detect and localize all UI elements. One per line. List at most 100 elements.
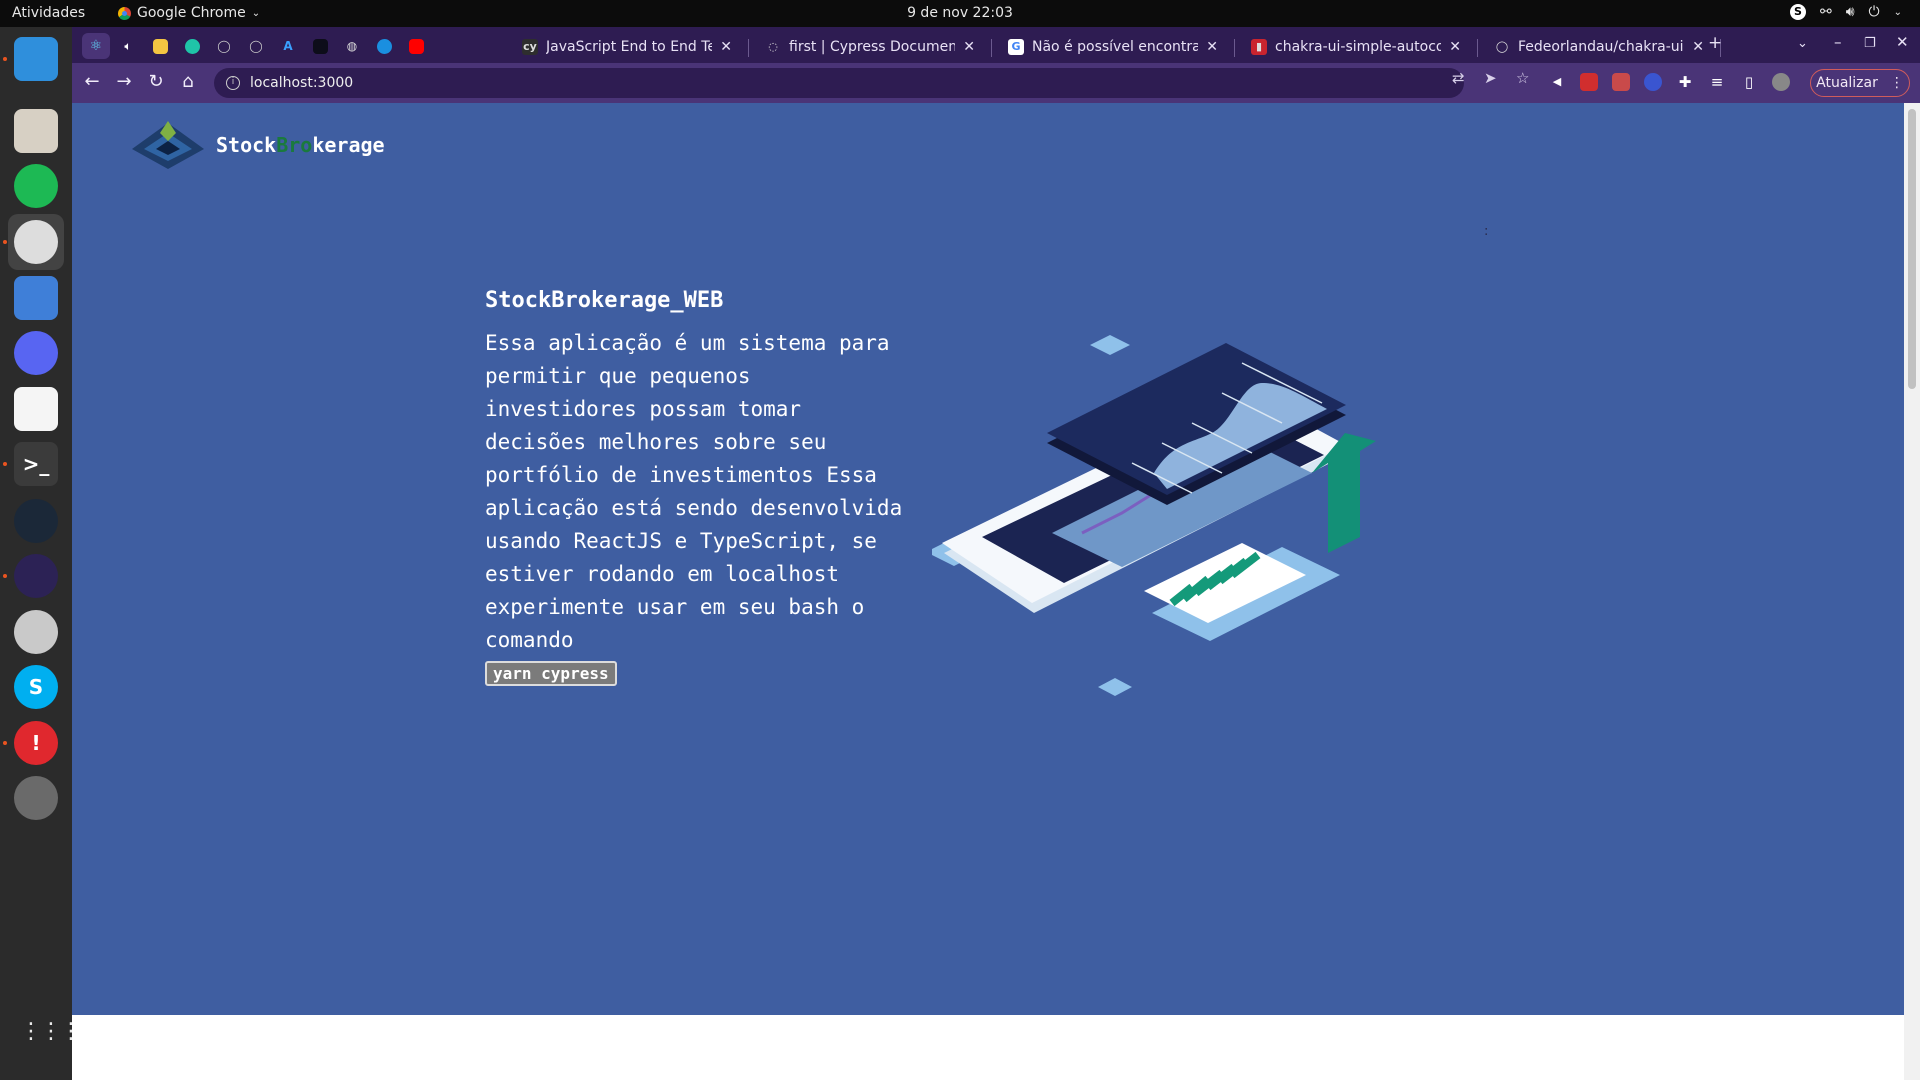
browser-toolbar: ← → ↻ ⌂ i localhost:3000 ⇄ ➤ ☆ ◀ ✚ ≡ ▯ A…: [72, 63, 1920, 103]
app-icon: [184, 38, 200, 54]
scrollbar-thumb[interactable]: [1908, 109, 1916, 389]
pinned-tab-youtube[interactable]: [402, 33, 430, 59]
pinned-tab-1[interactable]: [146, 33, 174, 59]
browser-tab[interactable]: ▮ chakra-ui-simple-autocom ✕: [1241, 31, 1471, 63]
home-button[interactable]: ⌂: [176, 71, 200, 92]
pinned-tab-audio[interactable]: 🔈︎: [114, 33, 142, 59]
tab-separator: [1234, 39, 1235, 57]
tab-close-icon[interactable]: ✕: [1692, 39, 1704, 55]
extension-icon[interactable]: [1580, 73, 1598, 91]
pinned-tab-azure[interactable]: A: [274, 33, 302, 59]
chrome-icon: [118, 6, 131, 20]
browser-tab[interactable]: ◯ Fedeorlandau/chakra-ui- ✕: [1484, 31, 1714, 63]
speaker-icon[interactable]: ◀: [1548, 73, 1566, 91]
minimize-button[interactable]: –: [1834, 33, 1842, 51]
new-tab-button[interactable]: +: [1708, 33, 1722, 53]
translate-icon[interactable]: ⇄: [1452, 69, 1465, 87]
dock-item-terminal[interactable]: >_: [8, 436, 64, 492]
tab-favicon-icon: ◌: [765, 39, 781, 55]
tab-close-icon[interactable]: ✕: [720, 39, 732, 55]
pinned-tab-play[interactable]: [370, 33, 398, 59]
youtube-icon: [408, 38, 424, 54]
pinned-tab-react[interactable]: ⚛: [82, 33, 110, 59]
tab-search-button[interactable]: ⌄: [1797, 36, 1808, 51]
page-scrollbar[interactable]: [1904, 103, 1920, 1080]
dock-item-discord[interactable]: [8, 325, 64, 381]
volume-icon: 🔊︎: [1845, 4, 1855, 20]
app-grid-button[interactable]: ⋮⋮⋮: [20, 1021, 82, 1043]
text-editor-icon: [14, 387, 58, 431]
dock-item-screenshot[interactable]: [8, 270, 64, 326]
info-icon[interactable]: i: [226, 76, 240, 90]
send-icon[interactable]: ➤: [1484, 69, 1497, 87]
browser-tab[interactable]: G Não é possível encontrar ✕: [998, 31, 1228, 63]
browser-tab[interactable]: cy JavaScript End to End Te ✕: [512, 31, 742, 63]
chevron-down-icon: ⌄: [251, 7, 261, 19]
extension-icon[interactable]: [1612, 73, 1630, 91]
running-indicator: [3, 240, 7, 244]
dock-item-software-updater[interactable]: [8, 770, 64, 826]
tab-favicon-icon: ▮: [1251, 39, 1267, 55]
extension-icon[interactable]: [1644, 73, 1662, 91]
reload-button[interactable]: ↻: [144, 71, 168, 92]
restore-button[interactable]: ❐: [1864, 36, 1876, 51]
pinned-tab-github-2[interactable]: ◯: [242, 33, 270, 59]
chrome-icon: [14, 220, 58, 264]
browser-tab[interactable]: ◌ first | Cypress Documenta ✕: [755, 31, 985, 63]
tab-close-icon[interactable]: ✕: [963, 39, 975, 55]
reading-list-icon[interactable]: ≡: [1708, 73, 1726, 91]
avatar[interactable]: [1772, 73, 1790, 91]
pinned-tab-github[interactable]: ◯: [210, 33, 238, 59]
app-menu[interactable]: Google Chrome ⌄: [118, 5, 260, 21]
skype-tray-icon[interactable]: S: [1789, 4, 1806, 20]
dock-item-steam[interactable]: [8, 493, 64, 549]
activities-button[interactable]: Atividades: [12, 5, 85, 21]
dock-item-vscode[interactable]: [8, 31, 64, 87]
pinned-tab-2[interactable]: [178, 33, 206, 59]
app-menu-label: Google Chrome: [137, 5, 246, 21]
clock[interactable]: 9 de nov 22:03: [907, 5, 1013, 21]
files-icon: [14, 109, 58, 153]
page-title: StockBrokerage_WEB: [485, 288, 724, 313]
tab-separator: [1477, 39, 1478, 57]
logo[interactable]: StockBrokerage: [130, 119, 385, 171]
tab-favicon-icon: G: [1008, 39, 1024, 55]
page-viewport: StockBrokerage : StockBrokerage_WEB Essa…: [72, 103, 1904, 1080]
update-button[interactable]: Atualizar ⋮: [1810, 69, 1910, 97]
back-button[interactable]: ←: [80, 71, 104, 92]
network-icon: ⚯: [1819, 4, 1832, 20]
dock-item-spotify[interactable]: [8, 158, 64, 214]
pinned-tab-rocket[interactable]: ◍: [338, 33, 366, 59]
bookmark-star-icon[interactable]: ☆: [1516, 69, 1529, 87]
tab-close-icon[interactable]: ✕: [1449, 39, 1461, 55]
forward-button[interactable]: →: [112, 71, 136, 92]
dock-item-skype[interactable]: S: [8, 659, 64, 715]
dock-item-files[interactable]: [8, 103, 64, 159]
speaker-icon: 🔈︎: [124, 38, 132, 53]
github-icon: ◯: [217, 39, 231, 53]
puzzle-icon[interactable]: ✚: [1676, 73, 1694, 91]
dock-item-eclipse[interactable]: [8, 548, 64, 604]
update-label: Atualizar: [1816, 75, 1878, 91]
side-panel-icon[interactable]: ▯: [1740, 73, 1758, 91]
dock-item-chrome[interactable]: [8, 214, 64, 270]
dock: >_ S! ⋮⋮⋮: [0, 27, 82, 1080]
tab-title: first | Cypress Documenta: [789, 39, 956, 55]
system-tray[interactable]: S ⚯ 🔊︎ ⏻ ⌄: [1789, 4, 1902, 20]
dock-item-search[interactable]: [8, 604, 64, 660]
terminal-icon: >_: [14, 442, 58, 486]
system-top-bar: Atividades Google Chrome ⌄ 9 de nov 22:0…: [0, 0, 1920, 27]
alert-icon: !: [14, 721, 58, 765]
intro-block: StockBrokerage_WEB Essa aplicação é um s…: [485, 288, 905, 686]
play-icon: [376, 38, 392, 54]
app-icon: ◍: [346, 39, 358, 53]
azure-icon: A: [283, 39, 293, 53]
tab-close-icon[interactable]: ✕: [1206, 39, 1218, 55]
running-indicator: [3, 462, 7, 466]
close-window-button[interactable]: ✕: [1896, 33, 1909, 51]
dock-item-text-editor[interactable]: [8, 381, 64, 437]
chevron-down-icon: ⌄: [1893, 6, 1902, 18]
address-bar[interactable]: i localhost:3000: [214, 68, 1464, 98]
dock-item-alert[interactable]: !: [8, 715, 64, 771]
pinned-tab-dark[interactable]: [306, 33, 334, 59]
